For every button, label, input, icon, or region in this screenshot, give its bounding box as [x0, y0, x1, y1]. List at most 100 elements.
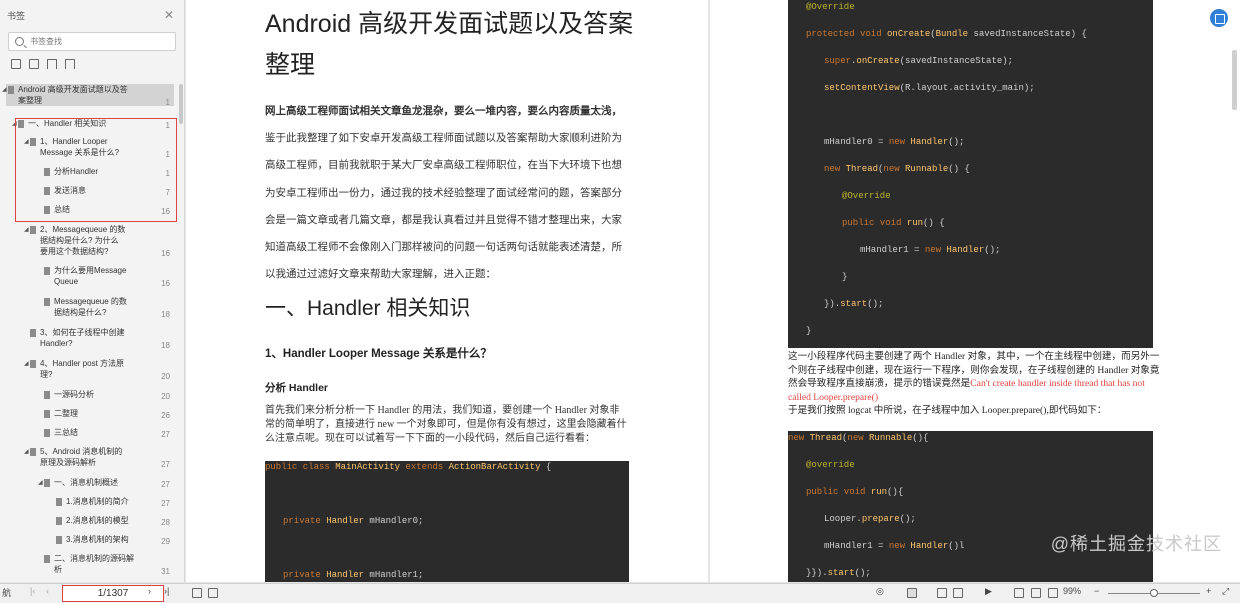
code-line: mHandler1 = new Handler();: [860, 245, 1001, 255]
bookmark-label: 一源码分析: [54, 390, 94, 399]
question-heading: 1、Handler Looper Message 关系是什么？: [265, 348, 492, 360]
bookmark-item[interactable]: ◢ 5、Android 消息机制的原理及源码解析 27: [6, 446, 174, 469]
bookmark-item[interactable]: ◢ 一、Handler 相关知识 1: [6, 118, 174, 130]
subsection-heading: 分析 Handler: [265, 382, 329, 394]
code-line: @Override: [842, 191, 891, 201]
bookmark-page-number: 27: [161, 480, 170, 489]
page-indicator: 1/1307: [97, 588, 129, 599]
bookmark-item[interactable]: ◢ 4、Handler post 方法原理? 20: [6, 358, 174, 381]
bookmark-item[interactable]: 3、如何在子线程中创建Handler? 18: [6, 327, 174, 350]
expand-arrow-icon[interactable]: ◢: [24, 225, 29, 236]
bookmark-item[interactable]: 总结 16: [6, 204, 174, 216]
expand-arrow-icon[interactable]: ◢: [12, 119, 17, 130]
bookmark-item[interactable]: 三总结 27: [6, 427, 174, 439]
bookmark-item[interactable]: ◢ 一、消息机制概述 27: [6, 477, 174, 489]
bookmark-label: 1.消息机制的简介: [66, 497, 129, 506]
code-line: public class MainActivity extends Action…: [265, 462, 552, 472]
expand-arrow-icon[interactable]: ◢: [24, 137, 29, 148]
bookmark-toolbar: [0, 51, 184, 77]
zoom-in-icon[interactable]: +: [1206, 586, 1211, 596]
floating-tool-icon[interactable]: [1210, 9, 1228, 27]
bookmark-page-icon: [44, 410, 50, 418]
bookmark-item[interactable]: ◢ 1、Handler Looper Message 关系是什么? 1: [6, 136, 174, 159]
bookmark-search-input[interactable]: [30, 37, 150, 46]
code-line: new Thread(new Runnable() {: [824, 164, 970, 174]
bookmark-label: 一、消息机制概述: [54, 478, 118, 487]
bookmark-page-icon: [30, 138, 36, 146]
bookmark-label: 总结: [54, 205, 70, 214]
prev-page-icon[interactable]: ‹: [46, 586, 49, 596]
vertical-scrollbar[interactable]: [1232, 50, 1237, 110]
bookmark-label: 发送消息: [54, 186, 86, 195]
bookmark-item[interactable]: ◢ Android 高级开发面试题以及答案整理 1: [2, 84, 174, 107]
code-line: public void run() {: [842, 218, 945, 228]
bookmark-item[interactable]: 2.消息机制的模型 28: [6, 515, 174, 527]
rotate-left-icon[interactable]: [192, 588, 202, 598]
fullscreen-icon[interactable]: ⤢: [1222, 586, 1229, 597]
eye-icon[interactable]: ◎: [876, 586, 884, 597]
bookmark-page-icon: [56, 498, 62, 506]
bookmark-item[interactable]: 分析Handler 1: [6, 166, 174, 178]
bookmark-page-icon: [44, 479, 50, 487]
rotate-right-icon[interactable]: [208, 588, 218, 598]
bookmark-page-number: 16: [161, 279, 170, 288]
continuous-icon[interactable]: [937, 588, 947, 598]
bookmark-item[interactable]: 二整理 26: [6, 408, 174, 420]
expand-arrow-icon[interactable]: ◢: [24, 359, 29, 370]
single-page-icon[interactable]: [907, 588, 917, 598]
bookmark-item[interactable]: 1.消息机制的简介 27: [6, 496, 174, 508]
add-bookmark-icon[interactable]: [47, 59, 57, 69]
bookmark-page-icon: [8, 86, 14, 94]
first-page-icon[interactable]: |‹: [30, 586, 35, 596]
bookmark-page-number: 16: [161, 207, 170, 216]
expand-arrow-icon[interactable]: ◢: [24, 447, 29, 458]
bookmark-page-number: 20: [161, 392, 170, 401]
code-block-3: new Thread(new Runnable(){ @override pub…: [788, 431, 1153, 582]
bookmark-page-icon: [18, 120, 24, 128]
bookmark-page-number: 20: [161, 372, 170, 381]
bookmark-label: 2.消息机制的模型: [66, 516, 129, 525]
play-icon[interactable]: ▶: [985, 586, 992, 597]
actual-size-icon[interactable]: [1048, 588, 1058, 598]
expand-arrow-icon[interactable]: ◢: [2, 85, 7, 96]
bookmark-item[interactable]: 一源码分析 20: [6, 389, 174, 401]
code-line: Looper.prepare();: [824, 514, 916, 524]
document-viewer: Android 高级开发面试题以及答案整理 网上高级工程师面试相关文章鱼龙混杂，…: [186, 0, 1240, 582]
bookmark-label: 4、Handler post 方法原理?: [40, 359, 125, 379]
bookmark-item[interactable]: 发送消息 7: [6, 185, 174, 197]
code-line: mHandler1 = new Handler()l: [824, 541, 965, 551]
bookmark-search-box[interactable]: [8, 32, 176, 51]
bookmark-item[interactable]: 3.消息机制的架构 29: [6, 534, 174, 546]
zoom-out-icon[interactable]: −: [1094, 586, 1099, 596]
bookmark-page-icon: [44, 267, 50, 275]
expand-arrow-icon[interactable]: ◢: [38, 478, 43, 489]
zoom-level[interactable]: 99%: [1063, 586, 1081, 596]
bookmark-page-icon: [44, 168, 50, 176]
close-icon[interactable]: ✕: [164, 8, 174, 22]
explanation-paragraph: 这一小段程序代码主要创建了两个 Handler 对象，其中，一个在主线程中创建，…: [788, 350, 1166, 404]
intro-bold: 网上高级工程师面试相关文章鱼龙混杂，要么一堆内容，要么内容质量太浅，: [265, 105, 622, 117]
expand-all-icon[interactable]: [11, 59, 21, 69]
bookmark-label: 5、Android 消息机制的原理及源码解析: [40, 447, 123, 467]
page-right: @Override protected void onCreate(Bundle…: [710, 0, 1240, 582]
bookmark-page-number: 18: [161, 310, 170, 319]
bookmark-item[interactable]: ◢ 2、Messagequeue 的数据结构是什么? 为什么要用这个数据结构? 16: [6, 224, 174, 258]
bookmark-page-number: 27: [161, 460, 170, 469]
zoom-slider-knob[interactable]: [1150, 589, 1158, 597]
bookmark-item[interactable]: 二、消息机制的源码解析 31: [6, 553, 174, 576]
fit-width-icon[interactable]: [1014, 588, 1024, 598]
collapse-all-icon[interactable]: [29, 59, 39, 69]
last-page-icon[interactable]: ›|: [164, 586, 169, 596]
two-page-icon[interactable]: [953, 588, 963, 598]
next-page-icon[interactable]: ›: [148, 586, 151, 596]
bookmark-icon[interactable]: [65, 59, 75, 69]
bookmark-item[interactable]: 为什么要用Message Queue 16: [6, 265, 174, 288]
bookmark-page-icon: [44, 187, 50, 195]
bookmark-page-number: 1: [165, 150, 170, 159]
sidebar-scrollbar[interactable]: [179, 84, 183, 124]
bookmark-item[interactable]: Messagequeue 的数据结构是什么? 18: [6, 296, 174, 319]
code-line: protected void onCreate(Bundle savedInst…: [806, 29, 1087, 39]
search-icon: [15, 37, 24, 46]
bookmark-page-icon: [30, 226, 36, 234]
fit-page-icon[interactable]: [1031, 588, 1041, 598]
